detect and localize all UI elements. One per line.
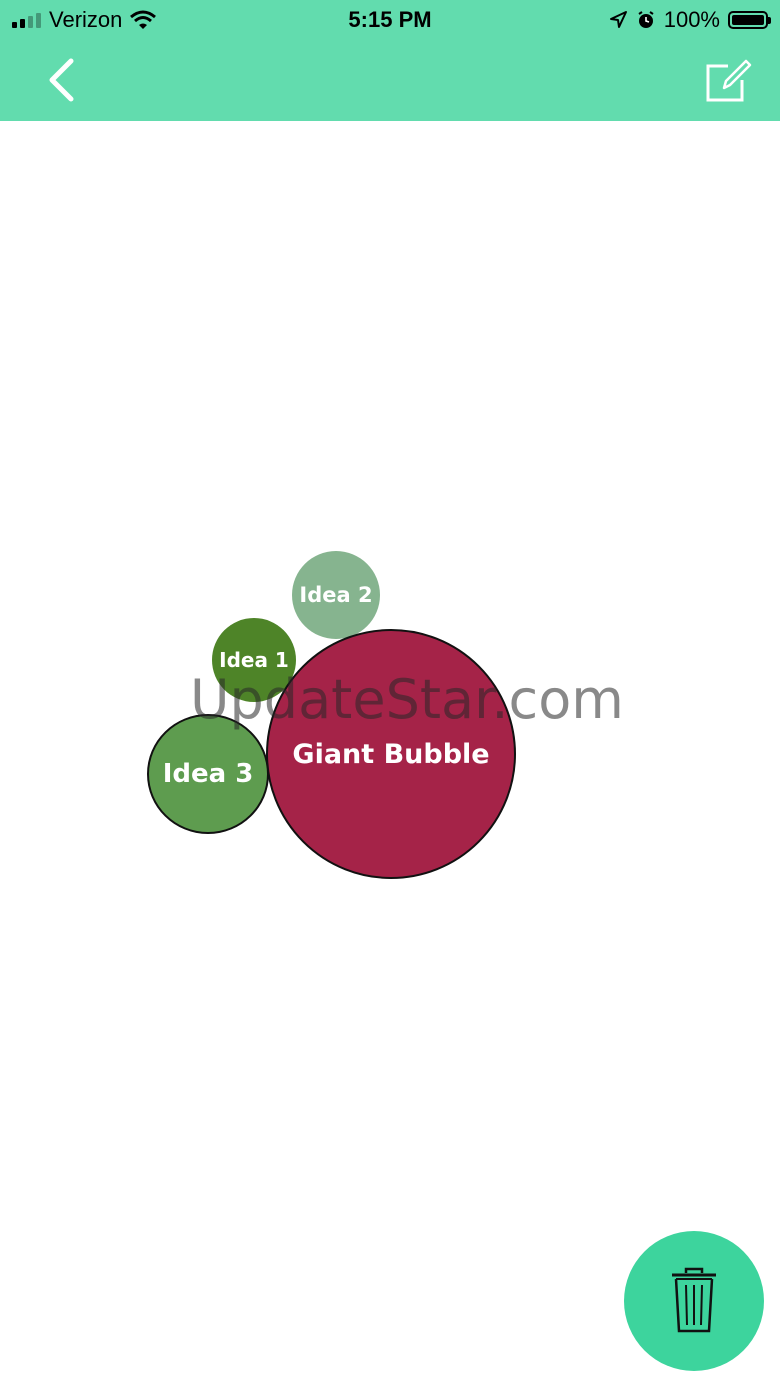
battery-percent: 100%: [663, 7, 720, 32]
delete-button[interactable]: [624, 1231, 764, 1371]
trash-icon: [672, 1267, 716, 1333]
app-header: Verizon 5:15 PM 100%: [0, 0, 780, 121]
location-arrow-icon: [609, 11, 627, 28]
battery-icon: [728, 11, 771, 29]
back-button[interactable]: [40, 55, 90, 105]
alarm-icon: [638, 11, 654, 28]
status-bar: Verizon 5:15 PM 100%: [0, 0, 780, 40]
bubble-idea-3[interactable]: Idea 3: [147, 714, 269, 834]
bubble-idea-2[interactable]: Idea 2: [292, 551, 380, 639]
status-right-group: 100%: [608, 7, 771, 33]
compose-icon: [706, 59, 752, 102]
bubble-giant[interactable]: Giant Bubble: [266, 629, 516, 879]
edit-button[interactable]: [700, 55, 756, 105]
chevron-left-icon: [49, 58, 74, 102]
